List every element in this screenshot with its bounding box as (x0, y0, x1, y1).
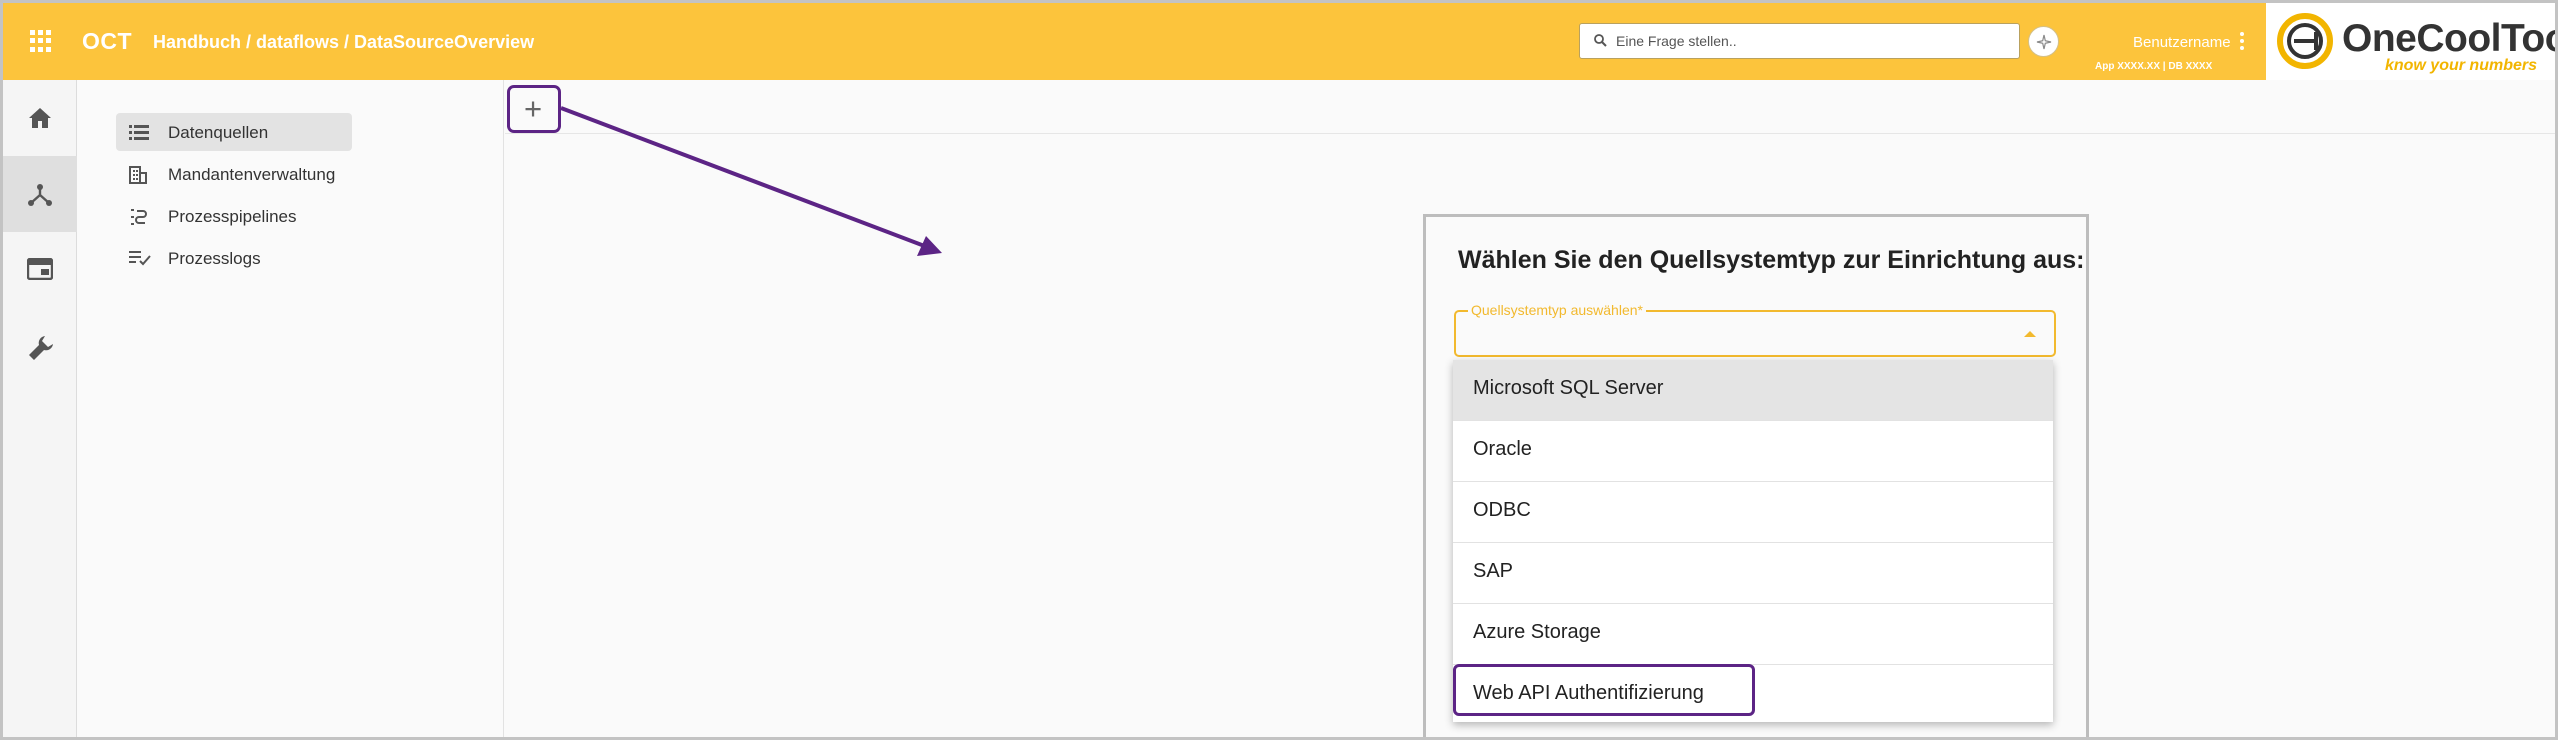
sidebar-item-prozesspipelines[interactable]: Prozesspipelines (116, 197, 352, 235)
wrench-icon (29, 336, 53, 360)
dataflow-icon (28, 184, 52, 206)
option-azure-storage[interactable]: Azure Storage (1453, 604, 2053, 665)
rail-item-home[interactable] (3, 80, 77, 156)
sidebar: Datenquellen Mandantenverwaltung Prozess… (78, 80, 504, 737)
app-window: OCT Handbuch / dataflows / DataSourceOve… (0, 0, 2558, 740)
rail-item-tools[interactable] (3, 308, 77, 384)
sidebar-item-label: Prozesslogs (168, 249, 261, 268)
rail-item-dataflows[interactable] (3, 156, 77, 232)
logo: OneCoolTool know your numbers (2266, 3, 2555, 80)
search-icon (1594, 34, 1607, 47)
option-mssql[interactable]: Microsoft SQL Server (1453, 360, 2053, 421)
home-icon (29, 108, 51, 128)
version-info: App XXXX.XX | DB XXXX (2095, 61, 2213, 72)
select-label: Quellsystemtyp auswählen* (1468, 302, 1646, 318)
toolbar-divider (505, 133, 2555, 134)
sparkle-icon (2036, 34, 2052, 50)
plus-icon: + (524, 91, 543, 126)
sidebar-item-label: Prozesspipelines (168, 207, 297, 226)
nav-rail (3, 80, 77, 737)
list-icon (129, 125, 149, 140)
logo-mark-icon (2277, 13, 2333, 69)
source-type-dropdown: Microsoft SQL Server Oracle ODBC SAP Azu… (1453, 360, 2053, 722)
app-name[interactable]: OCT (82, 28, 132, 55)
option-odbc[interactable]: ODBC (1453, 482, 2053, 543)
option-sap[interactable]: SAP (1453, 543, 2053, 604)
logo-text: OneCoolTool (2342, 17, 2558, 60)
option-web-api-auth[interactable]: Web API Authentifizierung (1453, 664, 2053, 726)
breadcrumb: Handbuch / dataflows / DataSourceOvervie… (153, 32, 535, 52)
dialog-title: Wählen Sie den Quellsystemtyp zur Einric… (1458, 246, 2085, 274)
search-input[interactable] (1616, 24, 2011, 58)
add-datasource-button[interactable]: + (507, 85, 561, 133)
main-content: + Wählen Sie den Quellsystemtyp zur Einr… (505, 80, 2555, 737)
sidebar-item-prozesslogs[interactable]: Prozesslogs (116, 239, 352, 277)
username[interactable]: Benutzername (2133, 34, 2231, 51)
rail-item-window[interactable] (3, 232, 77, 308)
window-icon (27, 258, 53, 280)
ai-assistant-button[interactable] (2028, 26, 2059, 57)
checklist-icon (129, 251, 151, 266)
sidebar-item-mandantenverwaltung[interactable]: Mandantenverwaltung (116, 155, 352, 193)
search-box[interactable] (1579, 23, 2020, 59)
sidebar-item-datenquellen[interactable]: Datenquellen (116, 113, 352, 151)
sidebar-item-label: Datenquellen (168, 123, 269, 142)
pipeline-icon (131, 209, 147, 225)
sidebar-item-label: Mandantenverwaltung (168, 165, 336, 184)
building-icon (129, 166, 147, 184)
apps-grid-icon[interactable] (30, 30, 52, 52)
caret-up-icon (2024, 331, 2036, 337)
logo-tagline: know your numbers (2384, 57, 2537, 74)
source-type-select[interactable]: Quellsystemtyp auswählen* (1454, 302, 2056, 357)
option-oracle[interactable]: Oracle (1453, 421, 2053, 482)
more-vert-icon[interactable] (2239, 32, 2245, 52)
top-bar: OCT Handbuch / dataflows / DataSourceOve… (3, 3, 2555, 80)
